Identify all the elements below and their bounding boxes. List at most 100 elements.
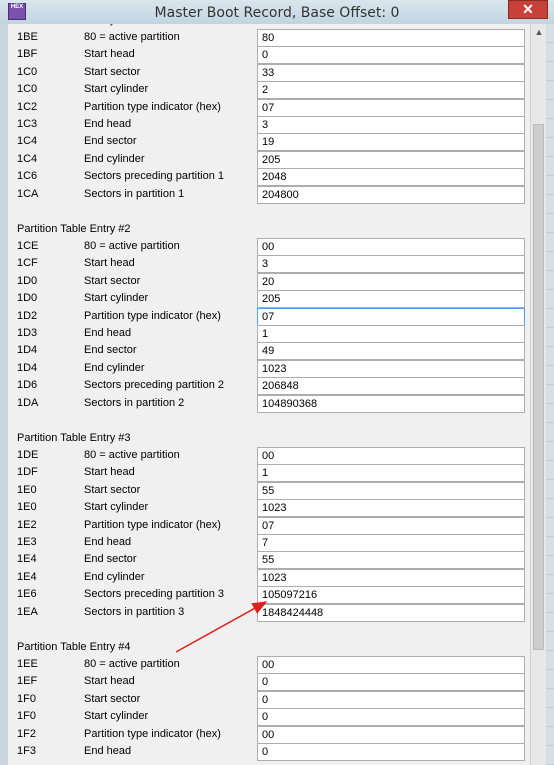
field-value-input[interactable]: 1 — [257, 325, 525, 343]
field-label: 80 = active partition — [84, 449, 180, 461]
field-value-input[interactable]: 00 — [257, 447, 525, 465]
title-bar[interactable]: HEX Master Boot Record, Base Offset: 0 ✕ — [0, 0, 554, 24]
field-value-input[interactable]: 2048 — [257, 168, 525, 186]
field-label: End head — [84, 327, 132, 339]
field-row: 1E4 End sector 55 — [8, 551, 530, 569]
field-row: 1C2 Partition type indicator (hex) 07 — [8, 99, 530, 117]
field-row: 1D0 Start sector 20 — [8, 273, 530, 291]
field-offset: 1EE — [17, 658, 38, 670]
field-row: 1D2 Partition type indicator (hex) 07 — [8, 308, 530, 326]
field-value-input[interactable]: 105097216 — [257, 586, 525, 604]
field-label: Start sector — [84, 66, 141, 78]
field-value-input[interactable]: 49 — [257, 342, 525, 360]
field-label: Sectors in partition 3 — [84, 606, 185, 618]
field-label: Start cylinder — [84, 501, 149, 513]
field-value-input[interactable]: 07 — [257, 99, 525, 117]
field-value-input[interactable]: 0 — [257, 46, 525, 64]
field-label: Start cylinder — [84, 710, 149, 722]
field-label: Start cylinder — [84, 83, 149, 95]
field-value-input[interactable]: 00 — [257, 726, 525, 744]
field-value-input[interactable]: 3 — [257, 116, 525, 134]
field-label: Sectors in partition 1 — [84, 188, 185, 200]
field-offset: 1F2 — [17, 728, 36, 740]
field-value-input[interactable]: 7 — [257, 534, 525, 552]
field-row: 1E4 End cylinder 1023 — [8, 569, 530, 587]
field-label: Sectors preceding partition 2 — [84, 379, 225, 391]
field-label: Sectors in partition 2 — [84, 397, 185, 409]
field-offset: 1E4 — [17, 553, 37, 565]
field-offset: 1F0 — [17, 693, 36, 705]
field-row: 1E3 End head 7 — [8, 534, 530, 552]
field-value-input[interactable]: 07 — [257, 308, 525, 326]
field-row: 1BE 80 = active partition 80 — [8, 29, 530, 47]
field-value-input[interactable]: 1023 — [257, 499, 525, 517]
field-offset: 1D2 — [17, 310, 38, 322]
field-value-input[interactable]: 1 — [257, 464, 525, 482]
field-label: Start head — [84, 466, 135, 478]
close-button[interactable]: ✕ — [508, 0, 548, 19]
field-label: Partition type indicator (hex) — [84, 728, 221, 740]
field-row: 1F2 Partition type indicator (hex) 00 — [8, 726, 530, 744]
mbr-content-panel: Partition Table Entry #1 1BE 80 = active p… — [8, 24, 530, 765]
field-value-input[interactable]: 1023 — [257, 360, 525, 378]
field-offset: 1F3 — [17, 745, 36, 757]
field-label: 80 = active partition — [84, 31, 180, 43]
field-value-input[interactable]: 205 — [257, 151, 525, 169]
field-value-input[interactable]: 204800 — [257, 186, 525, 204]
field-offset: 1D4 — [17, 344, 38, 356]
field-value-input[interactable]: 1023 — [257, 569, 525, 587]
field-label: End head — [84, 536, 132, 548]
field-label: Partition type indicator (hex) — [84, 310, 221, 322]
field-offset: 1D0 — [17, 292, 38, 304]
field-offset: 1F0 — [17, 710, 36, 722]
field-row: 1E2 Partition type indicator (hex) 07 — [8, 517, 530, 535]
vertical-scrollbar[interactable]: ▲ — [530, 24, 546, 765]
field-offset: 1BF — [17, 48, 38, 60]
field-value-input[interactable]: 104890368 — [257, 395, 525, 413]
scrollbar-thumb[interactable] — [533, 124, 544, 650]
field-label: Start sector — [84, 275, 141, 287]
field-offset: 1EA — [17, 606, 38, 618]
field-row: 1D3 End head 1 — [8, 325, 530, 343]
partition-entry-3-title: Partition Table Entry #3 — [17, 432, 131, 444]
field-offset: 1C0 — [17, 83, 38, 95]
field-offset: 1E6 — [17, 588, 37, 600]
field-value-input[interactable]: 0 — [257, 691, 525, 709]
field-label: Start sector — [84, 484, 141, 496]
field-value-input[interactable]: 0 — [257, 708, 525, 726]
field-label: End sector — [84, 344, 137, 356]
field-label: Sectors preceding partition 3 — [84, 588, 225, 600]
field-label: End cylinder — [84, 153, 145, 165]
field-value-input[interactable]: 0 — [257, 673, 525, 691]
field-label: Partition type indicator (hex) — [84, 519, 221, 531]
field-value-input[interactable]: 1848424448 — [257, 604, 525, 622]
field-value-input[interactable]: 00 — [257, 656, 525, 674]
field-value-input[interactable]: 07 — [257, 517, 525, 535]
field-offset: 1DA — [17, 397, 39, 409]
field-offset: 1E3 — [17, 536, 37, 548]
field-value-input[interactable]: 00 — [257, 238, 525, 256]
field-value-input[interactable]: 2 — [257, 81, 525, 99]
field-row: 1C6 Sectors preceding partition 1 2048 — [8, 168, 530, 186]
field-value-input[interactable]: 19 — [257, 133, 525, 151]
field-offset: 1EF — [17, 675, 38, 687]
partition-entry-4-title: Partition Table Entry #4 — [17, 641, 131, 653]
background-window-edge — [546, 24, 554, 765]
field-offset: 1C4 — [17, 153, 38, 165]
field-value-input[interactable]: 20 — [257, 273, 525, 291]
field-value-input[interactable]: 205 — [257, 290, 525, 308]
field-row: 1D4 End cylinder 1023 — [8, 360, 530, 378]
field-value-input[interactable]: 3 — [257, 255, 525, 273]
field-offset: 1DF — [17, 466, 38, 478]
field-label: End sector — [84, 135, 137, 147]
field-value-input[interactable]: 0 — [257, 743, 525, 761]
field-offset: 1CA — [17, 188, 39, 200]
field-value-input[interactable]: 33 — [257, 64, 525, 82]
field-value-input[interactable]: 80 — [257, 29, 525, 47]
field-value-input[interactable]: 206848 — [257, 377, 525, 395]
field-row: 1DF Start head 1 — [8, 464, 530, 482]
field-value-input[interactable]: 55 — [257, 482, 525, 500]
field-label: 80 = active partition — [84, 658, 180, 670]
scroll-up-arrow-icon[interactable]: ▲ — [531, 24, 547, 40]
field-value-input[interactable]: 55 — [257, 551, 525, 569]
